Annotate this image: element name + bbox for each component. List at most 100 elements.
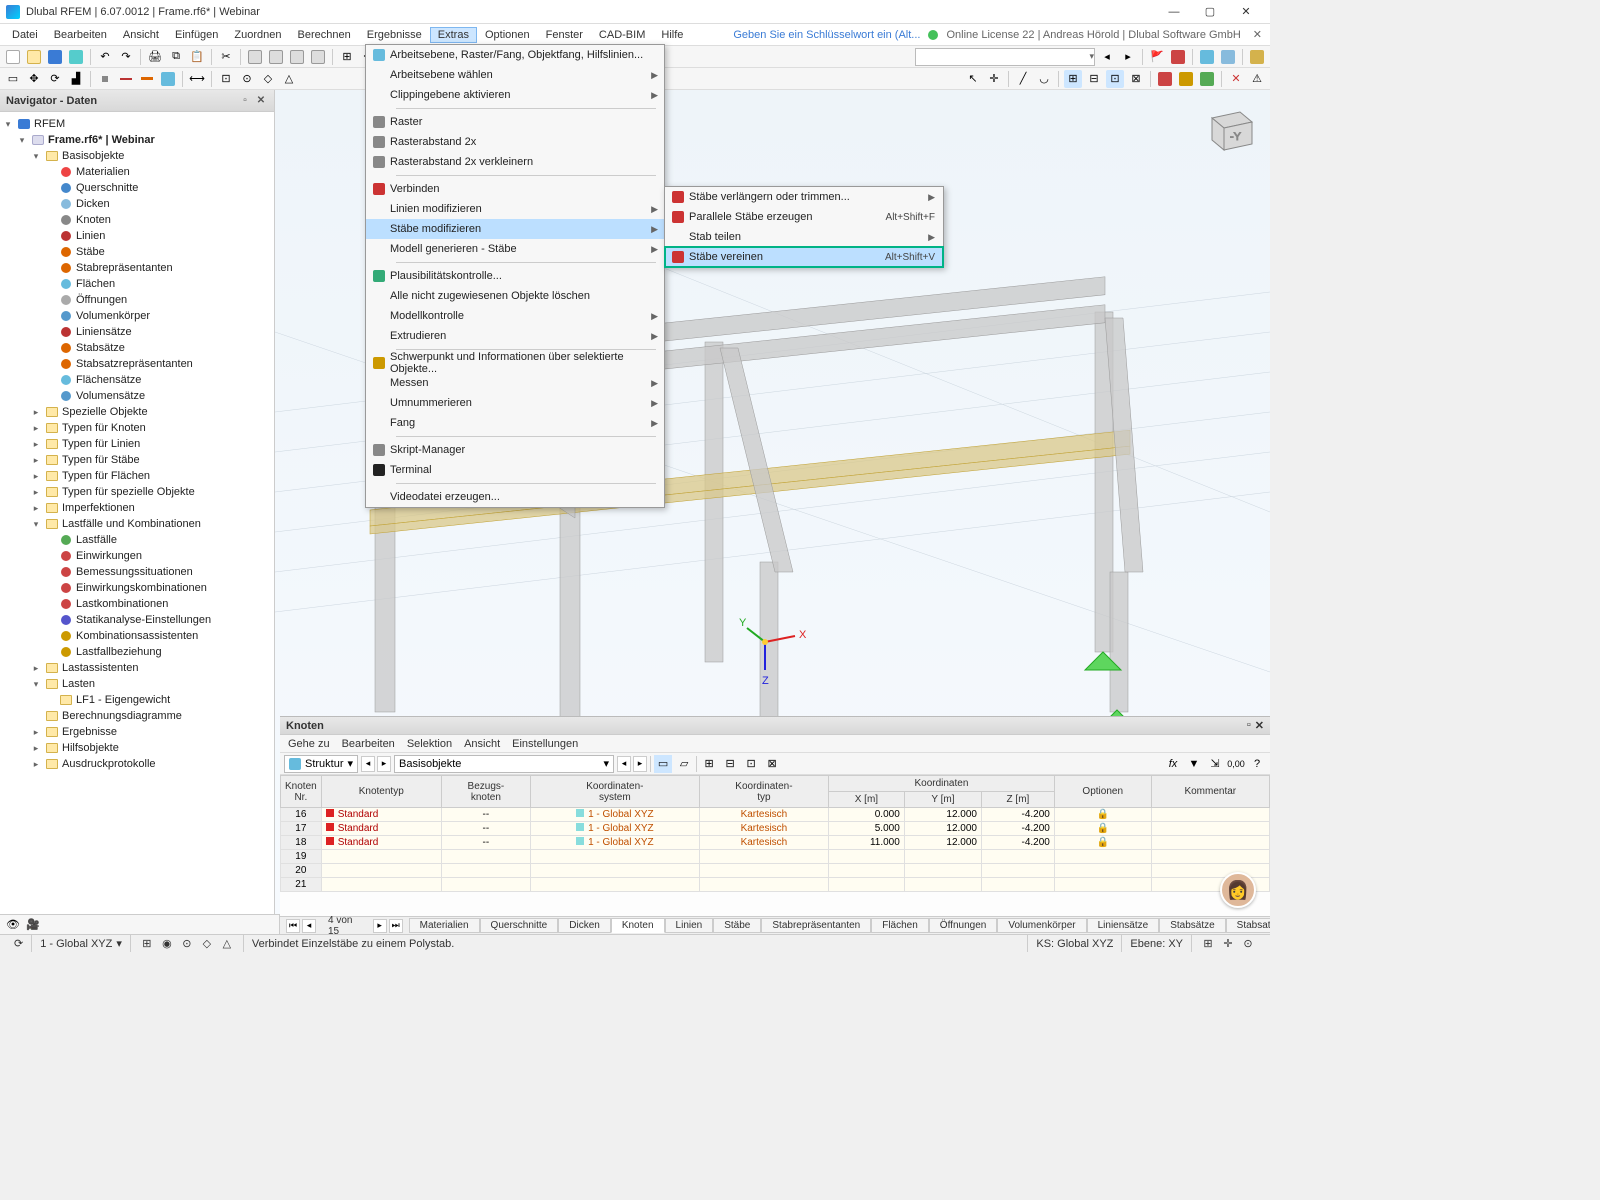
close-button[interactable]: ✕ [1228,1,1264,23]
surface-icon[interactable] [159,70,177,88]
tree-node[interactable]: ▪Öffnungen [2,292,272,308]
panel-menu-einstellungen[interactable]: Einstellungen [512,738,578,750]
tree-node[interactable]: ▪Statikanalyse-Einstellungen [2,612,272,628]
basis-selector[interactable]: Basisobjekte▾ [394,755,614,773]
save-icon[interactable] [46,48,64,66]
tree-node[interactable]: ▪Lastfallbeziehung [2,644,272,660]
print-icon[interactable]: 🖨 [146,48,164,66]
tree-node[interactable]: ▪Einwirkungen [2,548,272,564]
tab-prev-icon[interactable]: ◂ [302,919,316,933]
submenu-item[interactable]: Stäbe vereinenAlt+Shift+V [665,247,943,267]
tab-flächen[interactable]: Flächen [871,918,929,933]
menu-item[interactable]: Rasterabstand 2x verkleinern [366,152,664,172]
search-prompt[interactable]: Geben Sie ein Schlüsselwort ein (Alt... [733,29,920,41]
menu-einfügen[interactable]: Einfügen [167,27,226,43]
grid4-icon[interactable]: ⊡ [1106,70,1124,88]
panel-close-icon[interactable]: ✕ [1255,719,1264,732]
deform-icon[interactable] [1219,48,1237,66]
sb3-icon[interactable]: ⊙ [1240,937,1256,951]
tree-node[interactable]: ▸Hilfsobjekte [2,740,272,756]
sb1-icon[interactable]: ⊞ [1200,937,1216,951]
menu-item[interactable]: Stäbe modifizieren▶ [366,219,664,239]
submenu-item[interactable]: Parallele Stäbe erzeugenAlt+Shift+F [665,207,943,227]
color2-icon[interactable] [1177,70,1195,88]
tree-node[interactable]: ▾Lastfälle und Kombinationen [2,516,272,532]
menu-item[interactable]: Umnummerieren▶ [366,393,664,413]
tree-node[interactable]: ▪Materialien [2,164,272,180]
tab-öffnungen[interactable]: Öffnungen [929,918,998,933]
rotate-icon[interactable]: ⟳ [46,70,64,88]
struct-selector[interactable]: Struktur ▾ [284,755,358,773]
sel-mode1-icon[interactable]: ▭ [654,755,672,773]
tree-node[interactable]: ▪Berechnungsdiagramme [2,708,272,724]
loadcase-dropdown[interactable]: ▾ [915,48,1095,66]
tree-node[interactable]: ▸Typen für spezielle Objekte [2,484,272,500]
tree-node[interactable]: ▸Typen für Flächen [2,468,272,484]
menu-item[interactable]: Messen▶ [366,373,664,393]
danger-icon[interactable]: ⚠ [1248,70,1266,88]
tree-node[interactable]: ▪Lastkombinationen [2,596,272,612]
minimize-button[interactable]: — [1156,1,1192,23]
menu-item[interactable]: Videodatei erzeugen... [366,487,664,507]
grid2-icon[interactable]: ⊞ [1064,70,1082,88]
s3-icon[interactable]: ⊙ [179,937,195,951]
tree-node[interactable]: ▸Typen für Linien [2,436,272,452]
tree-node[interactable]: ▪Lastfälle [2,532,272,548]
pg-prev[interactable]: ◂ [361,756,375,772]
sb2-icon[interactable]: ✛ [1220,937,1236,951]
tree-node[interactable]: ▪Flächen [2,276,272,292]
tab-last-icon[interactable]: ⏭ [389,919,403,933]
tree-node[interactable]: ▾Basisobjekte [2,148,272,164]
menu-item[interactable]: Plausibilitätskontrolle... [366,266,664,286]
tab-next-icon[interactable]: ▸ [373,919,387,933]
tree-node[interactable]: ▪Querschnitte [2,180,272,196]
data-grid[interactable]: KnotenNr.KnotentypBezugs-knotenKoordinat… [280,775,1270,916]
menu-datei[interactable]: Datei [4,27,46,43]
tree-node[interactable]: ▪Einwirkungskombinationen [2,580,272,596]
menu-item[interactable]: Schwerpunkt und Informationen über selek… [366,353,664,373]
view-eye-icon[interactable]: 👁 [6,918,20,931]
view1-icon[interactable] [246,48,264,66]
t1-icon[interactable]: ⊞ [700,755,718,773]
staebe-modifizieren-submenu[interactable]: Stäbe verlängern oder trimmen...▶Paralle… [664,186,944,268]
color3-icon[interactable] [1198,70,1216,88]
menu-zuordnen[interactable]: Zuordnen [226,27,289,43]
snap1-icon[interactable]: ⊡ [217,70,235,88]
tab-first-icon[interactable]: ⏮ [286,919,300,933]
status-refresh-icon[interactable]: ⟳ [6,935,32,952]
tree-node[interactable]: ▪Bemessungssituationen [2,564,272,580]
del-icon[interactable]: ✕ [1227,70,1245,88]
menu-item[interactable]: Skript-Manager [366,440,664,460]
tab-liniensätze[interactable]: Liniensätze [1087,918,1160,933]
grid5-icon[interactable]: ⊠ [1127,70,1145,88]
menu-extras[interactable]: Extras [430,27,477,43]
tree-node[interactable]: ▪Volumenkörper [2,308,272,324]
nav-close-icon[interactable]: ✕ [254,94,268,108]
panel-menu-selektion[interactable]: Selektion [407,738,452,750]
tab-stäbe[interactable]: Stäbe [713,918,761,933]
tree-node[interactable]: ▪Stabrepräsentanten [2,260,272,276]
tab-materialien[interactable]: Materialien [409,918,480,933]
tree-node[interactable]: ▪Volumensätze [2,388,272,404]
nav-pin-icon[interactable]: ▫ [238,94,252,108]
nav-next-icon[interactable]: ▸ [1119,48,1137,66]
coord-selector[interactable]: 1 - Global XYZ ▾ [32,935,131,952]
menu-bearbeiten[interactable]: Bearbeiten [46,27,115,43]
s5-icon[interactable]: △ [219,937,235,951]
arc-icon[interactable]: ◡ [1035,70,1053,88]
filter-icon[interactable] [1248,48,1266,66]
view-cam-icon[interactable]: 🎥 [26,918,40,931]
menu-item[interactable]: Rasterabstand 2x [366,132,664,152]
undo-icon[interactable]: ↶ [96,48,114,66]
snap3-icon[interactable]: ◇ [259,70,277,88]
tree-node[interactable]: ▪LF1 - Eigengewicht [2,692,272,708]
grid3-icon[interactable]: ⊟ [1085,70,1103,88]
menu-item[interactable]: Terminal [366,460,664,480]
tree-node[interactable]: ▸Typen für Stäbe [2,452,272,468]
tab-stabsatzrepräsentanten[interactable]: Stabsatzrepräsentanten [1226,918,1270,933]
snap4-icon[interactable]: △ [280,70,298,88]
s4-icon[interactable]: ◇ [199,937,215,951]
tree-node[interactable]: ▪Knoten [2,212,272,228]
submenu-item[interactable]: Stäbe verlängern oder trimmen...▶ [665,187,943,207]
view3-icon[interactable] [288,48,306,66]
